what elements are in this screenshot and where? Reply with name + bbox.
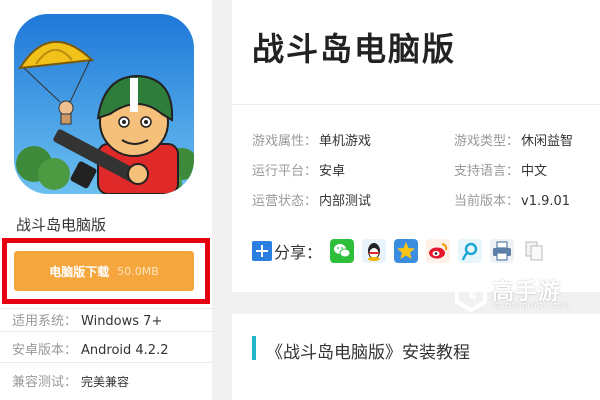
wechat-icon[interactable] [330,239,355,263]
spec-label: 兼容测试： [12,375,78,390]
divider [0,362,212,363]
attr-label: 运行平台： [252,164,318,179]
gaoshouyou-watermark: 高手游 GAOSHOUYOU.COM [454,272,584,316]
watermark-subtext: GAOSHOUYOU.COM [494,302,571,310]
spec-system: 适用系统： Windows 7+ [12,310,162,329]
attr-value: 中文 [521,164,548,179]
attr-game-property: 游戏属性： 单机游戏 [252,130,371,149]
divider [0,308,212,309]
spec-compatibility: 兼容测试： 完美兼容 [12,371,129,390]
spec-value: 完美兼容 [81,375,130,389]
attr-value: 内部测试 [319,194,372,209]
attr-value: 单机游戏 [319,134,372,149]
download-button[interactable]: 电脑版下载 50.0MB [14,251,194,291]
download-highlight-frame: 电脑版下载 50.0MB [2,238,210,304]
attr-label: 游戏类型： [454,134,520,149]
qq-icon[interactable] [362,239,387,263]
attr-value: 休闲益智 [521,134,574,149]
attr-label: 当前版本： [454,194,520,209]
game-title: 战斗岛电脑版 [252,30,457,68]
attr-label: 游戏属性： [252,134,318,149]
accent-bar [252,336,256,360]
share-row: 分享： [252,236,547,266]
tutorial-title[interactable]: 《战斗岛电脑版》安装教程 [266,338,470,363]
plus-share-icon[interactable] [252,241,272,261]
attr-value: v1.9.01 [521,194,571,209]
attr-platform: 运行平台： 安卓 [252,160,345,179]
spec-value: Windows 7+ [81,314,163,329]
app-name: 战斗岛电脑版 [16,216,107,234]
spec-label: 适用系统： [12,314,78,329]
qzone-icon[interactable] [394,239,419,263]
tencent-weibo-icon[interactable] [458,239,483,263]
gaoshouyou-logo-icon [455,274,487,312]
attr-label: 支持语言： [454,164,520,179]
tutorial-card: 《战斗岛电脑版》安装教程 [232,314,600,400]
weibo-icon[interactable] [426,239,451,263]
game-info-card: 战斗岛电脑版 游戏属性： 单机游戏 游戏类型： 休闲益智 运行平台： 安卓 支持语言：… [232,0,600,292]
spec-value: Android 4.2.2 [81,343,169,358]
attr-game-type: 游戏类型： 休闲益智 [454,130,573,149]
attr-value: 安卓 [319,164,346,179]
spec-label: 安卓版本： [12,343,78,358]
app-icon[interactable] [14,14,194,194]
download-button-label: 电脑版下载 [49,264,110,279]
download-size: 50.0MB [117,264,159,278]
attr-language: 支持语言： 中文 [454,160,547,179]
attr-operation-status: 运营状态： 内部测试 [252,190,371,209]
attr-current-version: 当前版本： v1.9.01 [454,190,570,209]
app-card: 战斗岛电脑版 电脑版下载 50.0MB 适用系统： Windows 7+ 安卓版本… [0,0,212,400]
share-icons [330,239,547,263]
spec-android-version: 安卓版本： Android 4.2.2 [12,339,169,358]
copy-icon[interactable] [522,239,547,263]
share-label: 分享： [274,243,323,262]
game-artwork-icon [14,14,194,194]
divider [232,104,600,105]
print-icon[interactable] [490,239,515,263]
divider [0,331,212,332]
attr-label: 运营状态： [252,194,318,209]
